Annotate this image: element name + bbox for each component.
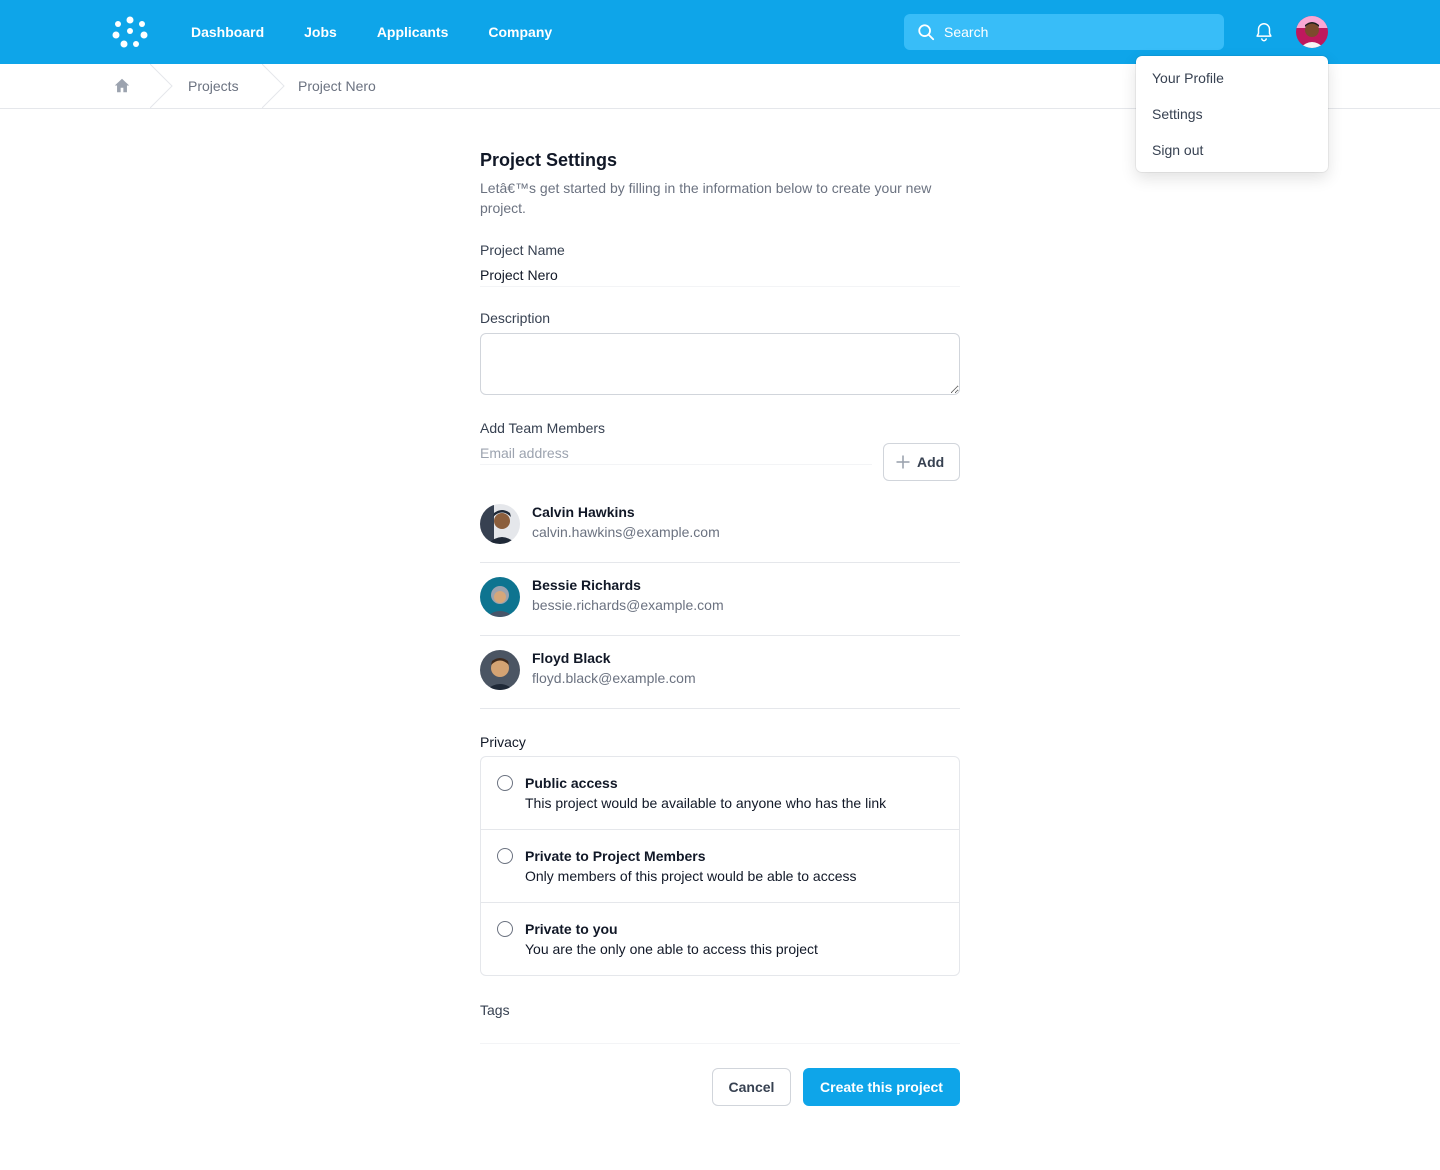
search-box[interactable] [904,14,1224,50]
member-name: Calvin Hawkins [532,504,635,520]
avatar [480,577,520,617]
avatar [480,504,520,544]
team-member-row: Calvin Hawkins calvin.hawkins@example.co… [480,490,960,563]
nav-link-dashboard[interactable]: Dashboard [191,24,264,40]
member-name: Floyd Black [532,650,611,666]
logo-icon[interactable] [112,15,148,49]
radio-members[interactable] [497,848,513,864]
member-email: floyd.black@example.com [532,670,696,686]
tags-label: Tags [480,1002,510,1018]
breadcrumb-separator-icon [150,64,173,108]
menu-item-your-profile[interactable]: Your Profile [1136,60,1328,96]
page-subtitle: Letâ€™s get started by filling in the in… [480,180,932,216]
privacy-option-title: Private to Project Members [525,848,706,864]
notifications-bell-icon[interactable] [1253,21,1275,43]
privacy-option-description: Only members of this project would be ab… [525,868,857,884]
team-members-label: Add Team Members [480,420,606,436]
privacy-option-members[interactable]: Private to Project Members Only members … [481,829,959,902]
email-address-input[interactable] [480,441,872,465]
tags-input[interactable] [480,1018,960,1044]
privacy-option-title: Private to you [525,921,618,937]
top-navigation-bar: Dashboard Jobs Applicants Company [0,0,1440,64]
member-email: calvin.hawkins@example.com [532,524,720,540]
user-avatar [1296,16,1328,48]
breadcrumb-separator-icon [262,64,285,108]
create-project-button[interactable]: Create this project [803,1068,960,1106]
nav-link-jobs[interactable]: Jobs [304,24,337,40]
user-menu-dropdown: Your Profile Settings Sign out [1136,56,1328,172]
menu-item-settings[interactable]: Settings [1136,96,1328,132]
description-textarea[interactable] [480,333,960,395]
breadcrumb-projects[interactable]: Projects [188,78,239,94]
privacy-option-title: Public access [525,775,618,791]
team-member-row: Bessie Richards bessie.richards@example.… [480,563,960,636]
project-name-input[interactable] [480,263,960,287]
team-member-row: Floyd Black floyd.black@example.com [480,636,960,709]
privacy-options: Public access This project would be avai… [480,756,960,976]
privacy-label: Privacy [480,734,526,750]
project-name-label: Project Name [480,242,565,258]
description-label: Description [480,310,551,326]
user-avatar-button[interactable] [1296,16,1328,48]
search-input[interactable] [944,24,1204,40]
cancel-button[interactable]: Cancel [712,1068,791,1106]
breadcrumb-project-nero[interactable]: Project Nero [298,78,376,94]
menu-item-sign-out[interactable]: Sign out [1136,132,1328,168]
avatar [480,650,520,690]
add-member-label: Add [917,454,945,470]
add-member-button[interactable]: Add [883,443,960,481]
privacy-option-description: This project would be available to anyon… [525,795,887,811]
privacy-option-description: You are the only one able to access this… [525,941,818,957]
nav-link-company[interactable]: Company [488,24,552,40]
member-name: Bessie Richards [532,577,641,593]
radio-public[interactable] [497,775,513,791]
member-email: bessie.richards@example.com [532,597,724,613]
page-title: Project Settings [480,150,618,170]
search-icon [918,24,935,41]
main-nav-links: Dashboard Jobs Applicants Company [191,0,592,64]
plus-icon [896,455,910,469]
radio-private[interactable] [497,921,513,937]
nav-link-applicants[interactable]: Applicants [377,24,449,40]
home-icon[interactable] [113,77,131,95]
privacy-option-private[interactable]: Private to you You are the only one able… [481,902,959,975]
privacy-option-public[interactable]: Public access This project would be avai… [481,757,959,830]
